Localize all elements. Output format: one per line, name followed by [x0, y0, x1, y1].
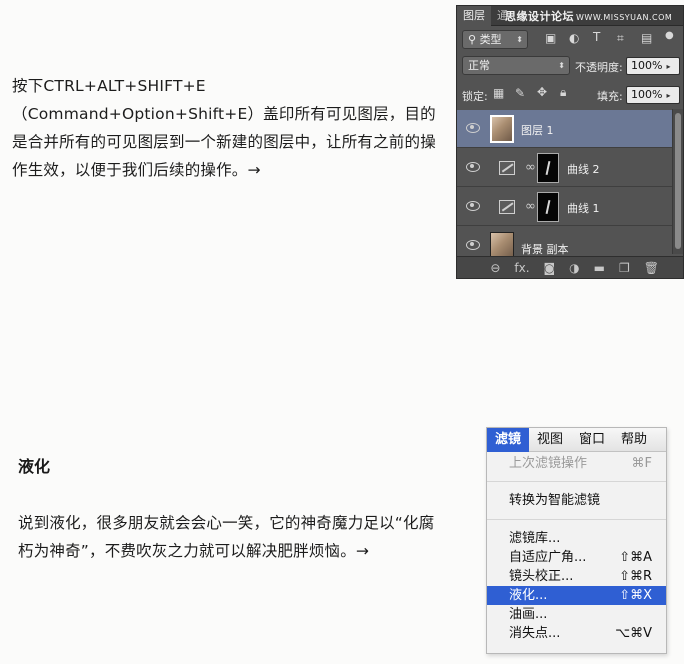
fill-field[interactable]: 100% ▸	[626, 86, 680, 104]
layers-panel: 图层 通 思缘设计论坛 WWW.MISSYUAN.COM ⚲ 类型 ⬍ ▣ ◐ T…	[456, 5, 684, 279]
opacity-value: 100%	[631, 59, 663, 72]
menu-item-label: 液化...	[509, 588, 548, 603]
eye-icon[interactable]	[466, 201, 480, 211]
menu-item-shortcut: ⇧⌘A	[619, 550, 652, 565]
tab-layers[interactable]: 图层	[457, 6, 491, 26]
menu-item-label: 上次滤镜操作	[509, 456, 588, 471]
menu-item-shortcut: ⇧⌘X	[619, 588, 652, 603]
layers-panel-tabs: 图层 通 思缘设计论坛 WWW.MISSYUAN.COM	[457, 6, 683, 26]
chevron-right-icon: ▸	[666, 62, 671, 71]
eye-icon[interactable]	[466, 240, 480, 250]
layer-mask-thumbnail[interactable]	[537, 192, 559, 222]
section-heading-liquify: 液化	[18, 457, 51, 476]
curves-adjustment-icon	[499, 200, 515, 214]
watermark-text: 思缘设计论坛	[505, 10, 574, 23]
chevron-updown-icon: ⬍	[516, 35, 523, 44]
menu-item-lens-correction[interactable]: 镜头校正... ⇧⌘R	[487, 567, 666, 586]
menubar: 滤镜 视图 窗口 帮助	[487, 428, 666, 452]
menu-item-shortcut: ⌘F	[631, 456, 652, 471]
layer-row-curves1[interactable]: ∞ 曲线 1	[457, 188, 673, 226]
menubar-help[interactable]: 帮助	[613, 428, 655, 452]
layer-filter-label: 类型	[479, 33, 502, 46]
layers-scrollbar[interactable]	[672, 109, 683, 254]
menu-item-label: 消失点...	[509, 626, 561, 641]
chevron-right-icon: ▸	[666, 91, 671, 100]
chevron-updown-icon: ⬍	[558, 61, 565, 70]
lock-transparent-icon[interactable]: ▦	[493, 86, 504, 100]
menubar-view[interactable]: 视图	[529, 428, 571, 452]
layer-name: 曲线 1	[567, 202, 600, 215]
layer-thumbnail	[490, 115, 514, 143]
adjustment-filter-icon[interactable]: ◐	[569, 31, 579, 45]
menu-item-shortcut: ⌥⌘V	[615, 626, 652, 641]
layer-name: 背景 副本	[521, 243, 569, 256]
blend-mode-value: 正常	[468, 59, 490, 72]
blend-mode-dropdown[interactable]: 正常 ⬍	[462, 56, 570, 75]
layer-name: 曲线 2	[567, 163, 600, 176]
menu-separator	[487, 519, 666, 520]
menu-item-oil-paint[interactable]: 油画...	[487, 605, 666, 624]
menu-item-label: 镜头校正...	[509, 569, 574, 584]
opacity-field[interactable]: 100% ▸	[626, 57, 680, 75]
lock-image-icon[interactable]: ✎	[515, 86, 525, 100]
lock-all-icon[interactable]: 🔒︎	[560, 85, 566, 100]
smart-object-filter-icon[interactable]: ▤	[641, 31, 652, 45]
watermark-url: WWW.MISSYUAN.COM	[576, 13, 673, 22]
menu-item-liquify[interactable]: 液化... ⇧⌘X	[487, 586, 666, 605]
layers-panel-footer: ⊖ fx. ◙ ◑ ▬ ❐ 🗑︎	[457, 256, 683, 278]
menu-item-convert-smart-filter[interactable]: 转换为智能滤镜	[487, 491, 666, 510]
menu-item-shortcut: ⇧⌘R	[619, 569, 652, 584]
link-icon[interactable]: ∞	[525, 160, 536, 175]
search-icon: ⚲	[468, 33, 477, 46]
instruction-paragraph-1: 按下CTRL+ALT+SHIFT+E（Command+Option+Shift+…	[12, 77, 436, 179]
menu-item-vanishing-point[interactable]: 消失点... ⌥⌘V	[487, 624, 666, 643]
menu-item-label: 自适应广角...	[509, 550, 587, 565]
menu-item-label: 油画...	[509, 607, 548, 622]
pixel-filter-icon[interactable]: ▣	[545, 31, 556, 45]
layer-row-curves2[interactable]: ∞ 曲线 2	[457, 149, 673, 187]
adjustment-layer-icon[interactable]: ◑	[569, 257, 579, 279]
layer-row-layer1[interactable]: 图层 1	[457, 110, 673, 148]
add-mask-icon[interactable]: ◙	[544, 257, 556, 279]
opacity-label: 不透明度:	[575, 61, 623, 74]
shape-filter-icon[interactable]: ⌗	[617, 31, 624, 46]
layer-name: 图层 1	[521, 124, 554, 137]
lock-label: 锁定:	[462, 90, 488, 103]
layer-mask-thumbnail[interactable]	[537, 153, 559, 183]
fill-value: 100%	[631, 88, 663, 101]
menu-item-filter-gallery[interactable]: 滤镜库...	[487, 529, 666, 548]
menu-item-last-filter: 上次滤镜操作 ⌘F	[487, 454, 666, 473]
fx-icon[interactable]: fx.	[514, 257, 529, 279]
instruction-paragraph-2: 说到液化，很多朋友就会会心一笑，它的神奇魔力足以“化腐朽为神奇”，不费吹灰之力就…	[18, 514, 435, 560]
eye-icon[interactable]	[466, 162, 480, 172]
scrollbar-thumb[interactable]	[675, 113, 681, 249]
menu-item-label: 转换为智能滤镜	[509, 493, 601, 508]
link-layers-icon[interactable]: ⊖	[490, 257, 500, 279]
layer-filter-dropdown[interactable]: ⚲ 类型 ⬍	[462, 30, 528, 49]
menu-item-adaptive-wide-angle[interactable]: 自适应广角... ⇧⌘A	[487, 548, 666, 567]
filter-menu-screenshot: 滤镜 视图 窗口 帮助 上次滤镜操作 ⌘F 转换为智能滤镜 滤镜库... 自适应…	[486, 427, 667, 654]
menubar-window[interactable]: 窗口	[571, 428, 613, 452]
link-icon[interactable]: ∞	[525, 199, 536, 214]
folder-icon[interactable]: ▬	[594, 257, 605, 279]
menu-item-label: 滤镜库...	[509, 531, 561, 546]
fill-label: 填充:	[597, 90, 623, 103]
lock-position-icon[interactable]: ✥	[537, 85, 547, 99]
trash-icon[interactable]: 🗑︎	[644, 257, 659, 279]
new-layer-icon[interactable]: ❐	[619, 257, 630, 279]
menu-separator	[487, 481, 666, 482]
curves-adjustment-icon	[499, 161, 515, 175]
type-filter-icon[interactable]: T	[593, 30, 600, 44]
watermark: 思缘设计论坛 WWW.MISSYUAN.COM	[505, 8, 672, 24]
eye-icon[interactable]	[466, 123, 480, 133]
filter-toggle-icon[interactable]: ●	[665, 30, 674, 41]
menubar-filter[interactable]: 滤镜	[487, 428, 530, 452]
